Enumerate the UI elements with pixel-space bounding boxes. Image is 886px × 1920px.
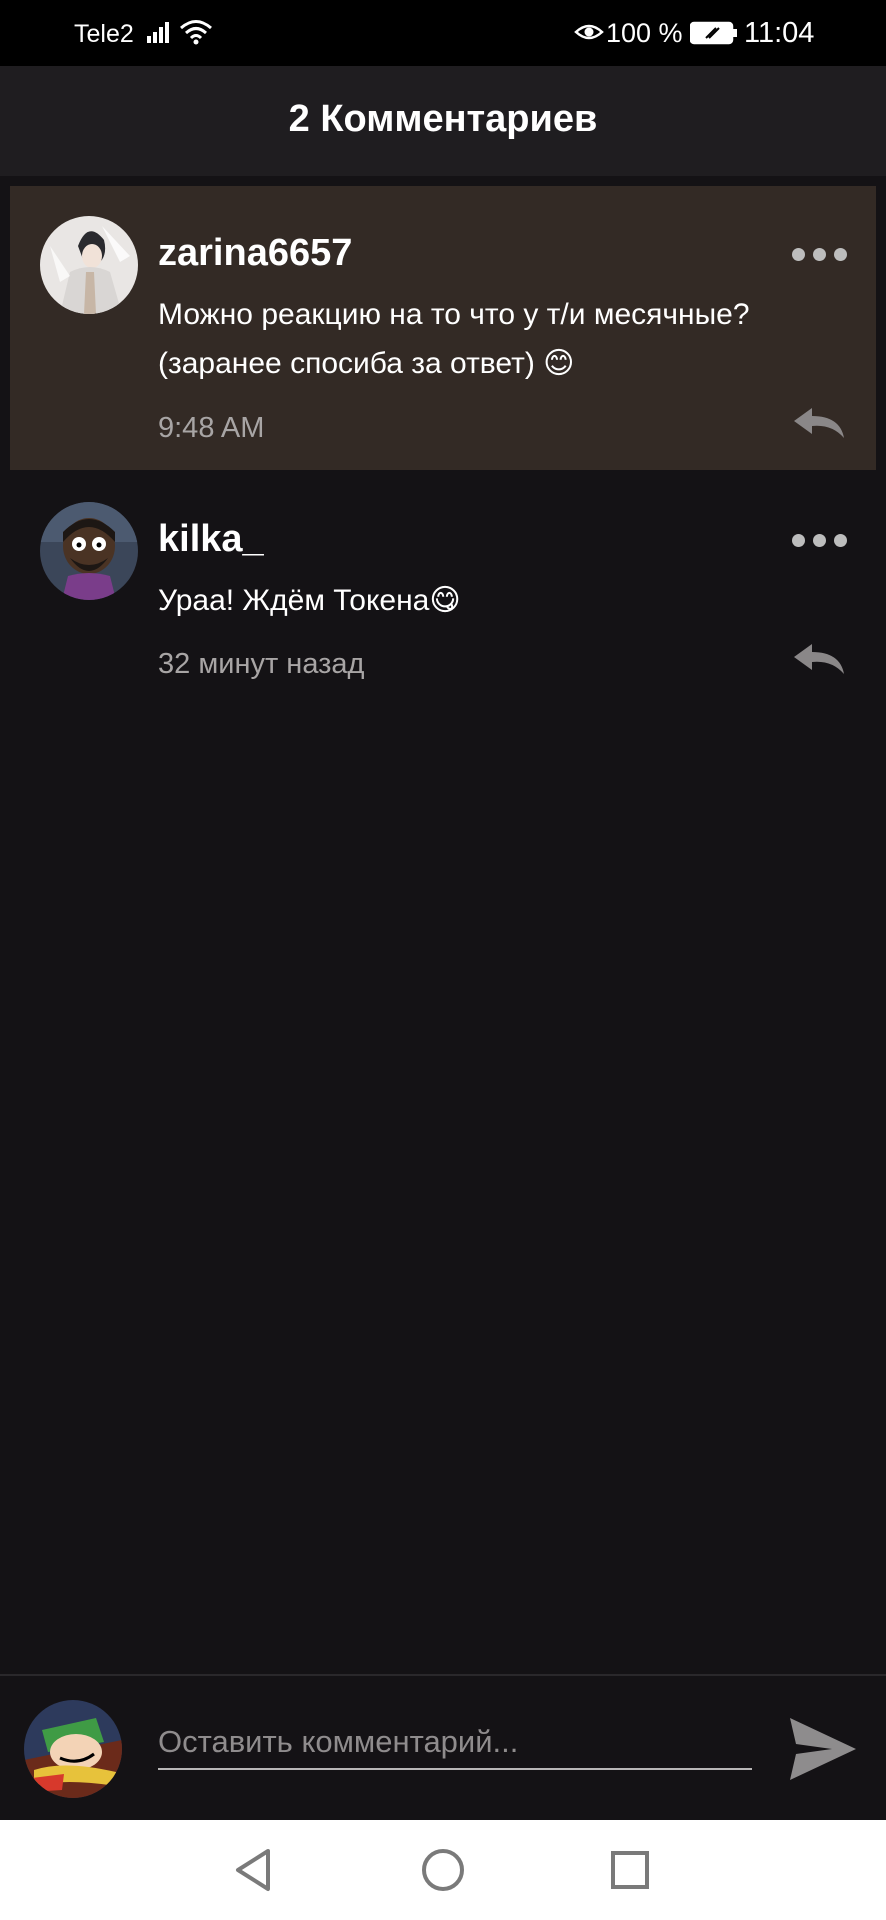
comment-text-line: (заранее спосиба за ответ) 😊 (158, 347, 575, 380)
comment-composer: Оставить комментарий... (0, 1674, 886, 1822)
comment-text-line: Ураа! Ждём Токена😋 (158, 584, 461, 617)
wifi-icon (180, 20, 212, 45)
comment-text: Можно реакцию на то что у т/и месячные? … (158, 290, 878, 388)
back-icon[interactable] (234, 1848, 274, 1892)
recents-icon[interactable] (610, 1850, 650, 1890)
comment-input[interactable]: Оставить комментарий... (158, 1718, 752, 1770)
eye-comfort-icon (574, 24, 604, 40)
send-icon[interactable] (788, 1716, 858, 1782)
comment-text-line: Можно реакцию на то что у т/и месячные? (158, 298, 750, 331)
comments-header: 2 Комментариев (0, 66, 886, 176)
comments-title: 2 Комментариев (288, 98, 598, 140)
more-options-icon[interactable] (792, 244, 848, 264)
reply-icon[interactable] (792, 406, 846, 440)
cell-signal-icon (147, 22, 169, 43)
reply-icon[interactable] (792, 642, 846, 676)
status-time: 11:04 (744, 17, 815, 49)
home-icon[interactable] (420, 1847, 466, 1893)
more-options-icon[interactable] (792, 530, 848, 550)
avatar[interactable] (40, 216, 138, 314)
comment-item[interactable]: zarina6657 Можно реакцию на то что у т/и… (10, 186, 876, 470)
carrier-label: Tele2 (74, 20, 134, 48)
battery-icon (690, 21, 737, 45)
comment-input-placeholder: Оставить комментарий... (158, 1724, 519, 1759)
comment-time: 32 минут назад (158, 648, 365, 680)
comment-time: 9:48 AM (158, 412, 265, 444)
comment-username[interactable]: zarina6657 (158, 232, 352, 275)
comment-text: Ураа! Ждём Токена😋 (158, 576, 878, 625)
status-bar: Tele2 100 % 11:04 (0, 0, 886, 66)
user-avatar[interactable] (24, 1700, 122, 1798)
battery-percent: 100 % (606, 18, 683, 48)
system-navigation-bar (0, 1820, 886, 1920)
avatar[interactable] (40, 502, 138, 600)
comment-item[interactable]: kilka_ Ураа! Ждём Токена😋 32 минут назад (10, 470, 876, 720)
comment-username[interactable]: kilka_ (158, 518, 264, 561)
